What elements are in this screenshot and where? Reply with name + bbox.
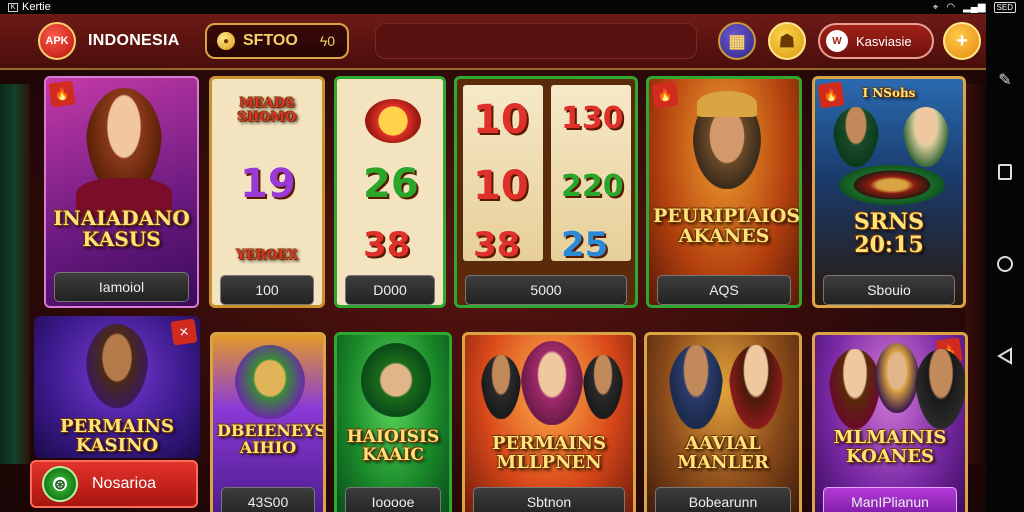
game-card[interactable]: DBEIENEYS AIHIO 43S00 — [210, 332, 326, 512]
game-card[interactable]: PERMAINS MLLPNEN Sbtnon — [462, 332, 636, 512]
person-figure — [481, 355, 521, 419]
balance-secondary: ϟ0 — [319, 33, 336, 49]
game-title: DBEIENEYS AIHIO — [217, 421, 326, 457]
game-title: MEADS SHOMO — [237, 96, 297, 125]
person-figure — [583, 355, 623, 419]
side-decoration-left — [0, 84, 30, 464]
slot-number: 10 — [473, 163, 529, 209]
game-card[interactable]: 🔥 INAIADANO KASUS Iamoiol — [44, 76, 199, 308]
chip-icon: ⊛ — [42, 466, 78, 502]
home-icon[interactable] — [995, 254, 1015, 274]
coin-icon: ● — [217, 32, 235, 50]
game-title: MLMAINIS KOANES — [833, 427, 947, 467]
hot-badge-icon: 🔥 — [651, 81, 679, 109]
game-card[interactable]: ✕ PERMAINS KASINO — [34, 316, 200, 458]
play-button[interactable]: Iooooe — [345, 487, 441, 512]
game-card[interactable]: MEADS SHOMO 19 YEROEX 100 — [209, 76, 325, 308]
game-title: PEURIPIAIOS AKANES — [653, 205, 801, 247]
play-button[interactable]: AQS — [657, 275, 791, 305]
play-button[interactable]: 5000 — [465, 275, 627, 305]
casino-app: APK INDONESIA ● SFTOO ϟ0 ▦ ☗ W Kasviasie… — [0, 14, 986, 512]
balance-amount: SFTOO — [243, 32, 298, 49]
recent-apps-icon[interactable] — [995, 162, 1015, 182]
casino-main-label: Nosarioa — [92, 475, 157, 492]
game-subtitle: I NSohs — [862, 86, 916, 100]
king-figure — [875, 343, 919, 413]
game-title: AAVIAL MANLER — [677, 433, 769, 473]
status-left: K Kertie — [8, 1, 51, 13]
helmet — [697, 91, 757, 117]
slot-number: 25 — [561, 225, 609, 265]
game-title: PERMAINS MLLPNEN — [492, 433, 606, 473]
slot-number: 26 — [363, 161, 419, 207]
status-left-text: Kertie — [22, 1, 51, 13]
user-name: Kasviasie — [856, 33, 912, 49]
user-profile-button[interactable]: W Kasviasie — [818, 23, 934, 59]
play-button[interactable]: 100 — [220, 275, 314, 305]
roulette-wheel — [839, 165, 945, 205]
princess-figure — [521, 341, 583, 425]
game-card[interactable]: 26 38 D000 — [334, 76, 446, 308]
casino-main-button[interactable]: ⊛ Nosarioa — [30, 460, 198, 508]
close-icon[interactable]: ✕ — [170, 318, 198, 346]
pirate-figure — [86, 324, 148, 408]
slot-number: 130 — [561, 101, 624, 136]
game-title: PERMAINS KASINO — [60, 416, 174, 456]
status-bar: K Kertie ⌖ ◠ ▂▄▆ SED — [0, 0, 1024, 14]
slot-symbol: YEROEX — [236, 248, 298, 263]
app-logo[interactable]: APK — [38, 22, 76, 60]
leprechaun-figure — [361, 343, 431, 417]
side-decoration-right — [966, 84, 986, 464]
play-button[interactable]: D000 — [345, 275, 435, 305]
slot-number: 38 — [473, 225, 521, 265]
play-button[interactable]: 43S00 — [221, 487, 315, 512]
region-label: INDONESIA — [88, 32, 180, 49]
search-bar[interactable] — [375, 23, 697, 59]
chef-hat-icon[interactable]: ☗ — [768, 22, 806, 60]
top-bar: APK INDONESIA ● SFTOO ϟ0 ▦ ☗ W Kasviasie… — [0, 14, 986, 70]
play-button[interactable]: Bobearunn — [655, 487, 791, 512]
add-funds-button[interactable]: + — [943, 22, 981, 60]
game-card[interactable]: 🔥 PEURIPIAIOS AKANES AQS — [646, 76, 802, 308]
battery-icon: SED — [993, 1, 1016, 13]
woman-figure — [829, 349, 881, 429]
woman-figure — [729, 345, 783, 429]
game-title: HAIOISIS KAAIC — [346, 427, 440, 465]
slot-number: 220 — [561, 169, 624, 204]
edit-icon[interactable]: ✎ — [995, 70, 1015, 90]
magician-figure — [235, 345, 305, 419]
game-card[interactable]: 10 10 38 130 220 25 5000 — [454, 76, 638, 308]
game-card[interactable]: AAVIAL MANLER Bobearunn — [644, 332, 802, 512]
slot-number: 10 — [473, 97, 529, 143]
play-button[interactable]: Sbouio — [823, 275, 955, 305]
signal-icon: ▂▄▆ — [963, 1, 986, 13]
game-card[interactable]: 🔥 I NSohs SRNS 20:15 Sbouio — [812, 76, 966, 308]
coin-symbol-icon — [365, 99, 421, 143]
status-right: ⌖ ◠ ▂▄▆ SED — [932, 1, 1016, 13]
play-button[interactable]: ManIPlianun — [823, 487, 957, 512]
slot-number: 38 — [363, 225, 411, 265]
game-title: INAIADANO KASUS — [53, 206, 190, 251]
notification-icon: K — [8, 2, 18, 12]
slot-number: 19 — [240, 161, 296, 207]
back-icon[interactable] — [995, 346, 1015, 366]
game-title: SRNS 20:15 — [853, 209, 925, 259]
balance-display[interactable]: ● SFTOO ϟ0 — [205, 23, 349, 59]
dealer-figure — [833, 107, 879, 167]
man-figure — [669, 345, 723, 429]
game-card[interactable]: 🔥 MLMAINIS KOANES ManIPlianun — [812, 332, 968, 512]
play-button[interactable]: Iamoiol — [54, 272, 189, 302]
system-nav-bar: ✎ — [986, 14, 1024, 512]
location-icon: ⌖ — [932, 1, 939, 13]
play-button[interactable]: Sbtnon — [473, 487, 625, 512]
avatar: W — [826, 30, 848, 52]
wifi-icon: ◠ — [946, 1, 956, 13]
game-card[interactable]: HAIOISIS KAAIC Iooooe — [334, 332, 452, 512]
dealer-figure — [903, 107, 949, 167]
hot-badge-icon: 🔥 — [48, 80, 76, 108]
man-figure — [915, 349, 965, 429]
calendar-icon[interactable]: ▦ — [718, 22, 756, 60]
